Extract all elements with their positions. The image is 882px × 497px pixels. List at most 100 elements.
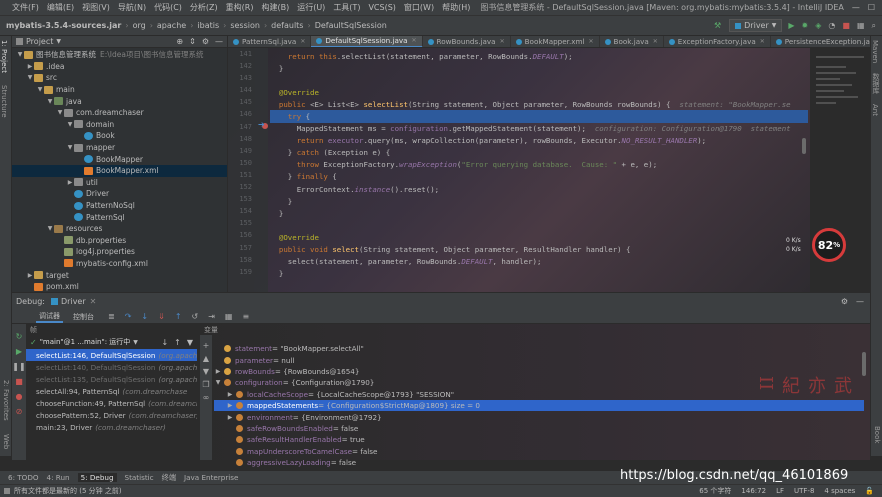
ant-tool-button[interactable]: Ant [871, 104, 879, 116]
variable-row[interactable]: ▶ mappedStatements = {Configuration$Stric… [214, 399, 864, 412]
status-line-ending[interactable]: LF [776, 487, 784, 495]
tree-item[interactable]: Driver [12, 188, 227, 200]
favorites-tool-button[interactable]: 2: Favorites [2, 380, 10, 421]
code-line[interactable]: ErrorContext. instance ().reset(); [270, 183, 808, 195]
tree-item[interactable]: PatternNoSql [12, 200, 227, 212]
code-line[interactable]: public <E> List<E> selectList (String sta… [270, 98, 808, 110]
run-config-select[interactable]: Driver ▼ [729, 19, 783, 32]
web-tool-button[interactable]: Web [2, 434, 10, 449]
breadcrumb-item[interactable]: DefaultSqlSession [315, 21, 387, 30]
code-line[interactable]: @Override [270, 231, 808, 243]
bottom-tool-tab[interactable]: 4: Run [47, 473, 70, 482]
code-line[interactable]: public void select (String statement, Obj… [270, 244, 808, 256]
stack-frame[interactable]: selectAll:94, PatternSql (com.dreamchase [26, 385, 197, 397]
code-line[interactable]: } finally { [270, 171, 808, 183]
run-icon[interactable]: ▶ [788, 21, 794, 30]
mute-breakpoints-icon[interactable]: ⊘ [12, 407, 26, 416]
drop-frame-icon[interactable]: ↺ [192, 312, 199, 321]
lock-icon[interactable]: 🔓 [865, 487, 874, 495]
tree-item[interactable]: ▼ resources [12, 223, 227, 235]
bottom-tool-tab[interactable]: Java Enterprise [184, 473, 238, 482]
tree-item[interactable]: ▼ mapper [12, 142, 227, 154]
code-line[interactable]: throw ExceptionFactory. wrapException("Er… [270, 159, 808, 171]
code-line[interactable]: select(statement, parameter, RowBounds. D… [270, 256, 808, 268]
hide-icon[interactable]: — [215, 37, 223, 46]
variable-row[interactable]: safeResultHandlerEnabled = true [214, 434, 864, 445]
menu-item[interactable]: 构建(B) [261, 2, 289, 13]
chevron-down-icon[interactable]: ▼ [36, 86, 44, 93]
project-panel-title[interactable]: Project [26, 37, 53, 46]
variable-row[interactable]: aggressiveLazyLoading = false [214, 457, 864, 468]
breadcrumb-item[interactable]: ibatis [197, 21, 219, 30]
code-line[interactable]: } catch (Exception e) { [270, 147, 808, 159]
debug-icon[interactable]: ✹ [802, 21, 809, 30]
collapse-all-icon[interactable]: ⇕ [189, 37, 196, 46]
arrow-up-icon[interactable]: ↑ [174, 338, 181, 347]
editor-scrollbar-thumb[interactable] [802, 138, 806, 154]
chevron-right-icon[interactable]: ▶ [226, 402, 234, 409]
tree-item[interactable]: ▶ util [12, 177, 227, 189]
force-step-into-icon[interactable]: ⇓ [158, 312, 165, 321]
bottom-tool-tab[interactable]: 6: TODO [8, 473, 39, 482]
status-encoding[interactable]: UTF-8 [794, 487, 814, 495]
stop-icon[interactable]: ■ [842, 21, 850, 30]
project-structure-icon[interactable]: ▦ [857, 21, 865, 30]
editor-tab[interactable]: Book.java ✕ [600, 36, 664, 47]
editor-tab[interactable]: DefaultSqlSession.java ✕ [311, 36, 423, 47]
maximize-icon[interactable]: ☐ [868, 3, 875, 12]
step-over-icon[interactable]: ↷ [125, 312, 132, 321]
chevron-down-icon[interactable]: ▼ [56, 109, 64, 116]
arrow-down-icon[interactable]: ↓ [161, 338, 168, 347]
chevron-down-icon[interactable]: ▼ [214, 379, 222, 386]
bottom-tool-tab[interactable]: Statistic [125, 473, 154, 482]
stack-frame[interactable]: selectList:146, DefaultSqlSession (org.ap… [26, 349, 197, 361]
view-breakpoints-icon[interactable]: ● [12, 392, 26, 401]
tree-item[interactable]: pom.xml [12, 281, 227, 293]
chevron-down-icon[interactable]: ▼ [26, 74, 34, 81]
profile-icon[interactable]: ◔ [828, 21, 835, 30]
close-icon[interactable]: ✕ [412, 37, 417, 44]
debug-config-tab[interactable]: Driver [61, 297, 86, 306]
move-down-icon[interactable]: ▼ [200, 367, 212, 376]
variable-row[interactable]: mapUnderscoreToCamelCase = false [214, 446, 864, 457]
code-line[interactable] [270, 219, 808, 231]
breadcrumb-item[interactable]: org [133, 21, 146, 30]
close-icon[interactable]: ✕ [500, 38, 505, 45]
minimize-icon[interactable]: — [852, 3, 860, 12]
code-line[interactable]: } [270, 207, 808, 219]
project-tool-button[interactable]: 1: Project [0, 40, 8, 73]
editor-tab[interactable]: PersistenceException.java✕ [771, 36, 870, 47]
stack-frame[interactable]: main:23, Driver (com.dreamchaser) [26, 421, 197, 433]
close-icon[interactable]: ✕ [300, 38, 305, 45]
evaluate-icon[interactable]: ▦ [225, 312, 233, 321]
code-line[interactable]: @Override [270, 86, 808, 98]
code-line[interactable]: try { [270, 110, 808, 123]
tree-item[interactable]: log4j.properties [12, 246, 227, 258]
tree-item[interactable]: ▼ domain [12, 119, 227, 131]
maven-tool-button[interactable]: Maven [871, 40, 879, 63]
menu-item[interactable]: 运行(U) [297, 2, 325, 13]
run-to-cursor-icon[interactable]: ⇥ [208, 312, 215, 321]
tree-item[interactable]: ▶ target [12, 269, 227, 281]
stack-frame[interactable]: selectList:135, DefaultSqlSession (org.ap… [26, 373, 197, 385]
chevron-down-icon[interactable]: ▼ [66, 121, 74, 128]
chevron-right-icon[interactable]: ▶ [66, 179, 74, 186]
editor-tab[interactable]: PatternSql.java ✕ [228, 36, 312, 47]
chevron-down-icon[interactable]: ▼ [46, 225, 54, 232]
menu-item[interactable]: 分析(Z) [190, 2, 218, 13]
tree-item[interactable]: BookMapper.xml [12, 164, 227, 177]
variable-row[interactable]: safeRowBoundsEnabled = false [214, 423, 864, 434]
word-book-tool-button[interactable]: Word Book [873, 426, 882, 452]
menu-item[interactable]: 文件(F) [12, 2, 39, 13]
bottom-tool-tab[interactable]: 5: Debug [77, 473, 117, 482]
close-icon[interactable]: ✕ [653, 38, 658, 45]
filter-icon[interactable]: ▼ [187, 338, 193, 347]
tree-item[interactable]: mybatis-config.xml [12, 258, 227, 270]
variable-row[interactable]: statement = "BookMapper.selectAll" [214, 343, 864, 354]
chevron-right-icon[interactable]: ▶ [26, 272, 34, 279]
chevron-down-icon[interactable]: ▼ [66, 144, 74, 151]
code-area[interactable]: return this .selectList(statement, parame… [270, 50, 808, 290]
tree-item[interactable]: db.properties [12, 235, 227, 247]
add-watch-icon[interactable]: + [200, 341, 212, 350]
editor-tab[interactable]: RowBounds.java ✕ [423, 36, 511, 47]
